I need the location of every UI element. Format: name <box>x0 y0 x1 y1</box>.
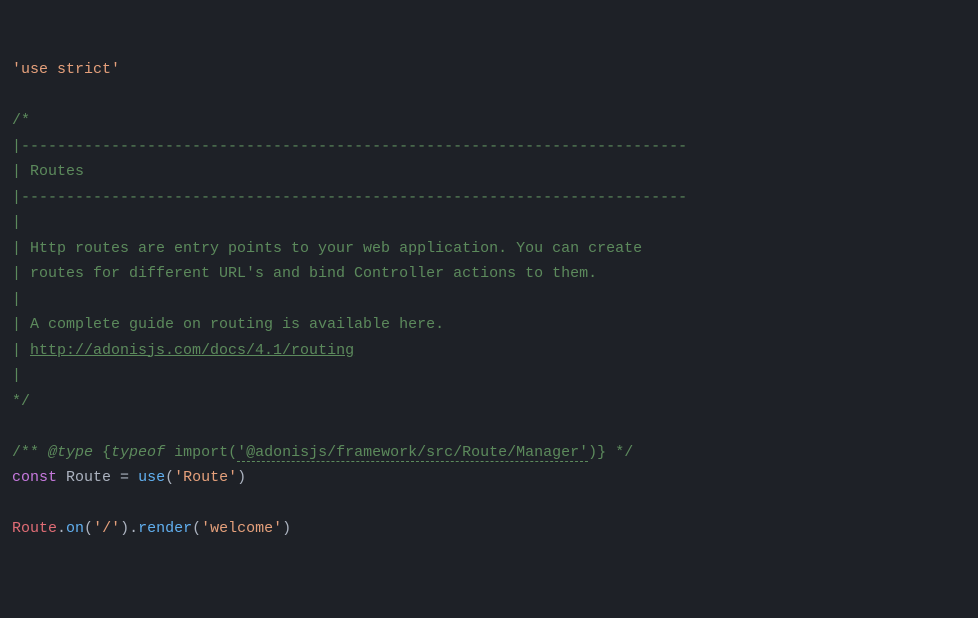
comment-pipe: | <box>12 367 21 384</box>
method-on: on <box>66 520 84 537</box>
comment-dash-content: ----------------------------------------… <box>21 189 687 206</box>
jsdoc-path: '@adonisjs/framework/src/Route/Manager' <box>237 444 588 462</box>
jsdoc-paren: ) <box>588 444 597 461</box>
comment-body: | routes for different URL's and bind Co… <box>12 265 597 282</box>
comment-dash-line: | <box>12 138 21 155</box>
jsdoc-close: */ <box>606 444 633 461</box>
comment-dash-content: ----------------------------------------… <box>21 138 687 155</box>
operator-equals: = <box>111 469 138 486</box>
paren-close: ) <box>282 520 291 537</box>
comment-body: | Http routes are entry points to your w… <box>12 240 642 257</box>
paren-close: ) <box>237 469 246 486</box>
comment-dash-line: | <box>12 189 21 206</box>
jsdoc-import: import <box>165 444 228 461</box>
comment-title-prefix: | <box>12 163 30 180</box>
dot-operator: . <box>57 520 66 537</box>
jsdoc-tag: @type <box>48 444 93 461</box>
paren-open: ( <box>192 520 201 537</box>
keyword-const: const <box>12 469 57 486</box>
paren-close: ) <box>120 520 129 537</box>
comment-body: | A complete guide on routing is availab… <box>12 316 444 333</box>
comment-pipe: | <box>12 214 21 231</box>
code-editor[interactable]: 'use strict' /* |-----------------------… <box>12 57 966 542</box>
jsdoc-paren: ( <box>228 444 237 461</box>
function-use: use <box>138 469 165 486</box>
jsdoc-brace: } <box>597 444 606 461</box>
jsdoc-open: /** <box>12 444 48 461</box>
comment-url-prefix: | <box>12 342 30 359</box>
comment-pipe: | <box>12 291 21 308</box>
jsdoc-brace: { <box>93 444 111 461</box>
dot-operator: . <box>129 520 138 537</box>
paren-open: ( <box>84 520 93 537</box>
jsdoc-typeof: typeof <box>111 444 165 461</box>
comment-title: Routes <box>30 163 84 180</box>
string-literal: '/' <box>93 520 120 537</box>
comment-open: /* <box>12 112 30 129</box>
string-literal: 'use strict' <box>12 61 120 78</box>
identifier-route: Route <box>66 469 111 486</box>
string-literal: 'Route' <box>174 469 237 486</box>
identifier-route: Route <box>12 520 57 537</box>
string-literal: 'welcome' <box>201 520 282 537</box>
method-render: render <box>138 520 192 537</box>
comment-close: */ <box>12 393 30 410</box>
comment-url[interactable]: http://adonisjs.com/docs/4.1/routing <box>30 342 354 359</box>
paren-open: ( <box>165 469 174 486</box>
